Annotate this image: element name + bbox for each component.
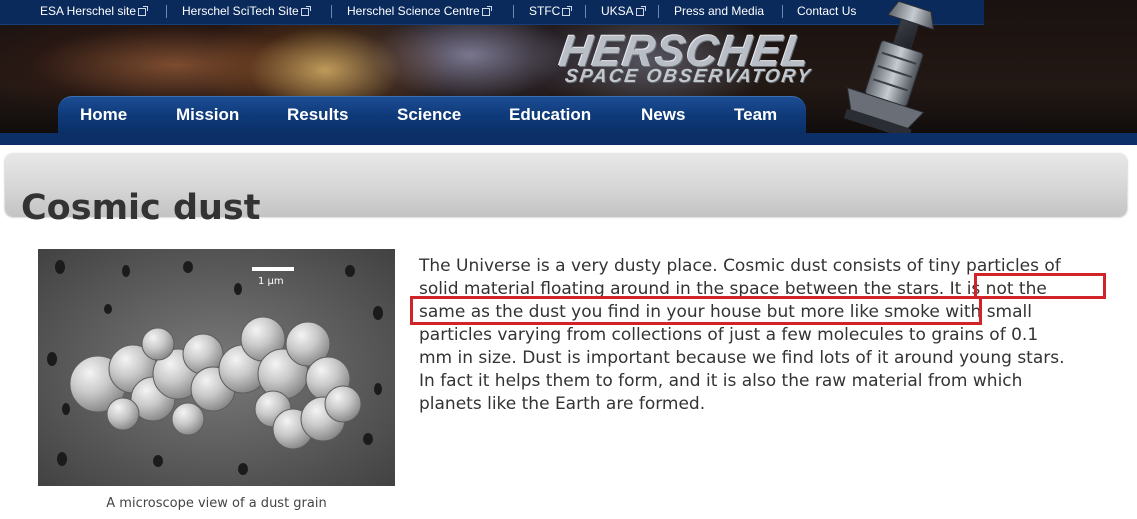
link-label: ESA Herschel site — [40, 4, 137, 18]
link-stfc[interactable]: STFC — [529, 4, 573, 18]
link-herschel-scitech-site[interactable]: Herschel SciTech Site — [182, 4, 311, 18]
external-link-icon — [635, 6, 646, 16]
link-esa-herschel-site[interactable]: ESA Herschel site — [40, 4, 149, 18]
external-link-icon — [562, 6, 573, 16]
article-line: planets like the Earth are formed. — [419, 394, 706, 414]
link-herschel-science-centre[interactable]: Herschel Science Centre — [347, 4, 492, 18]
external-link-icon — [300, 6, 311, 16]
dust-grain-image: 1 μm — [38, 249, 395, 486]
site-header: ESA Herschel site Herschel SciTech Site … — [0, 0, 1137, 145]
nav-news[interactable]: News — [641, 105, 685, 125]
link-label: Herschel Science Centre — [347, 4, 480, 18]
article-line: In fact it helps them to form, and it is… — [419, 371, 1023, 391]
main-nav: Home Mission Results Science Education N… — [58, 96, 806, 134]
external-link-icon — [481, 6, 492, 16]
nav-science[interactable]: Science — [397, 105, 461, 125]
article-line: The Universe is a very dusty place. Cosm… — [419, 256, 1061, 276]
dust-grain-photo: 1 μm — [38, 249, 395, 486]
highlight-box-1 — [974, 273, 1106, 299]
external-link-icon — [138, 6, 149, 16]
photo-caption: A microscope view of a dust grain — [106, 496, 327, 511]
link-label: UKSA — [601, 4, 634, 18]
separator — [513, 5, 514, 18]
herschel-logo[interactable]: HERSCHEL SPACE OBSERVATORY — [557, 27, 850, 90]
page-title: Cosmic dust — [21, 188, 261, 229]
link-label: Herschel SciTech Site — [182, 4, 299, 18]
link-press-and-media[interactable]: Press and Media — [674, 4, 764, 18]
scale-label: 1 μm — [258, 276, 284, 287]
link-label: STFC — [529, 4, 561, 18]
herschel-telescope-icon — [843, 0, 935, 135]
highlight-box-2 — [410, 296, 982, 325]
nav-mission[interactable]: Mission — [176, 105, 239, 125]
link-uksa[interactable]: UKSA — [601, 4, 646, 18]
article-line: mm in size. Dust is important because we… — [419, 348, 1065, 368]
separator — [331, 5, 332, 18]
link-label: Press and Media — [674, 4, 765, 18]
nav-team[interactable]: Team — [734, 105, 777, 125]
separator — [585, 5, 586, 18]
nav-results[interactable]: Results — [287, 105, 348, 125]
header-bottom-strip — [0, 133, 1137, 145]
nav-home[interactable]: Home — [80, 105, 127, 125]
logo-subtitle: SPACE OBSERVATORY — [563, 66, 814, 87]
nav-education[interactable]: Education — [509, 105, 591, 125]
separator — [658, 5, 659, 18]
separator — [166, 5, 167, 18]
title-bar: Cosmic dust — [5, 153, 1127, 228]
article-line: particles varying from collections of ju… — [419, 325, 1039, 345]
separator — [782, 5, 783, 18]
